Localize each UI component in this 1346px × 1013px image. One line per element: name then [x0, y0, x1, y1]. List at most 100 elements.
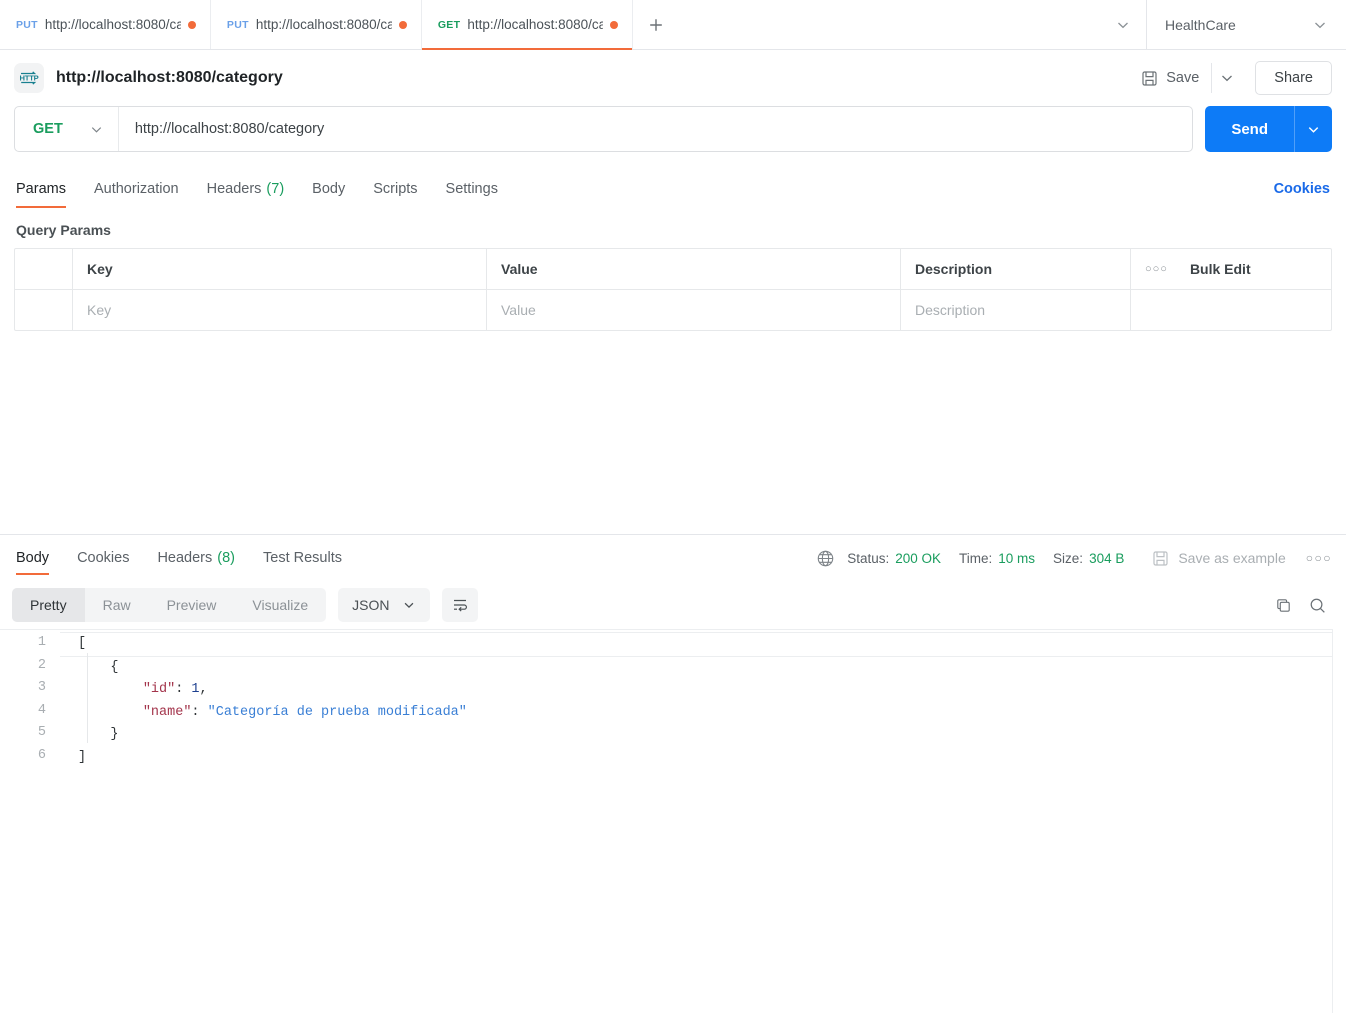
chevron-down-icon	[402, 598, 416, 612]
format-tab-pretty[interactable]: Pretty	[12, 588, 85, 622]
time-value: 10 ms	[998, 550, 1036, 566]
format-tab-raw[interactable]: Raw	[85, 588, 149, 622]
unsaved-dot-icon[interactable]	[187, 20, 196, 29]
line-number: 3	[37, 680, 46, 696]
chevron-down-icon	[1312, 17, 1328, 33]
network-globe-icon[interactable]	[816, 549, 835, 568]
format-tab-preview[interactable]: Preview	[149, 588, 235, 622]
param-value-input[interactable]: Value	[487, 290, 901, 330]
status-value: 200 OK	[895, 550, 942, 566]
tab-count: (7)	[266, 181, 285, 197]
request-header: HTTP http://localhost:8080/category Save…	[0, 50, 1346, 106]
size-value: 304 B	[1089, 550, 1125, 566]
code-token: [	[78, 636, 87, 651]
word-wrap-toggle[interactable]	[441, 588, 478, 622]
tab-label: Settings	[445, 181, 498, 197]
code-line[interactable]: "id": 1,	[60, 679, 1346, 702]
response-meta-group: Status: 200 OK Time: 10 ms Size: 304 B	[847, 551, 1124, 566]
format-tab-visualize[interactable]: Visualize	[234, 588, 326, 622]
line-number: 1	[37, 635, 46, 650]
send-options-chevron-down-icon[interactable]	[1294, 106, 1332, 152]
line-number: 5	[37, 725, 46, 741]
tab-bar-spacer	[679, 0, 1100, 49]
request-tab-bar: PUT http://localhost:8080/ca PUT http://loc…	[0, 0, 1346, 50]
response-language-value: JSON	[352, 597, 390, 613]
tab-list-chevron-down-icon[interactable]	[1100, 0, 1146, 49]
tab-label: Body	[312, 181, 346, 197]
send-button[interactable]: Send	[1205, 106, 1294, 152]
param-key-input[interactable]: Key	[73, 290, 487, 330]
response-language-select[interactable]: JSON	[338, 588, 430, 622]
time-label: Time:	[959, 550, 993, 566]
tab-scripts[interactable]: Scripts	[359, 170, 431, 208]
response-tab-test-results[interactable]: Test Results	[249, 535, 356, 581]
bulk-edit-button[interactable]: Bulk Edit	[1190, 261, 1251, 277]
request-tab-0[interactable]: PUT http://localhost:8080/ca	[0, 0, 211, 49]
code-line[interactable]: }	[60, 724, 1346, 747]
response-tab-body[interactable]: Body	[14, 535, 63, 581]
request-tab-1[interactable]: PUT http://localhost:8080/ca	[211, 0, 422, 49]
request-tab-items: Params Authorization Headers (7) Body Scripts…	[14, 170, 512, 208]
tab-title: http://localhost:8080/ca	[467, 17, 604, 32]
tab-title: http://localhost:8080/ca	[44, 17, 181, 32]
request-tab-2[interactable]: GET http://localhost:8080/ca	[421, 0, 634, 50]
save-as-example-label: Save as example	[1178, 550, 1286, 566]
unsaved-dot-icon[interactable]	[610, 20, 619, 29]
tab-params[interactable]: Params	[14, 170, 80, 208]
send-button-group: Send	[1205, 106, 1332, 152]
code-line[interactable]: "name": "Categoría de prueba modificada"	[60, 702, 1346, 725]
code-scroll-gutter[interactable]	[1332, 629, 1346, 1013]
more-options-icon[interactable]: ○○○	[1145, 263, 1168, 275]
unsaved-dot-icon[interactable]	[398, 20, 407, 29]
tab-label: Cookies	[77, 550, 130, 566]
code-line[interactable]: ]	[60, 747, 1346, 770]
status-badge: Status: 200 OK	[847, 551, 941, 566]
table-row: Key Value Description	[15, 290, 1331, 330]
column-header-key: Key	[73, 249, 487, 289]
tab-body[interactable]: Body	[298, 170, 359, 208]
code-line[interactable]: {	[60, 657, 1346, 680]
response-header: Body Cookies Headers (8) Test Results Status…	[0, 535, 1346, 581]
url-bar: GET http://localhost:8080/category	[14, 106, 1194, 152]
code-line-numbers: 1 2 3 4 5 6	[0, 629, 60, 1013]
response-more-options-icon[interactable]: ○○○	[1306, 551, 1332, 565]
workspace-selector[interactable]: HealthCare	[1146, 0, 1346, 49]
query-params-table: Key Value Description ○○○ Bulk Edit Key …	[14, 248, 1332, 331]
code-line[interactable]: [	[60, 632, 1346, 657]
tab-label: Authorization	[93, 181, 179, 197]
code-content[interactable]: [ { "id": 1, "name": "Categoría de prueb…	[60, 629, 1346, 1013]
share-button[interactable]: Share	[1255, 61, 1332, 95]
table-header-row: Key Value Description ○○○ Bulk Edit	[15, 249, 1331, 290]
response-tab-cookies[interactable]: Cookies	[63, 535, 143, 581]
column-header-description: Description	[901, 249, 1131, 289]
line-number: 6	[37, 747, 46, 763]
save-disk-icon	[1141, 70, 1158, 87]
save-as-example-button[interactable]: Save as example	[1152, 550, 1286, 567]
code-token: {	[78, 659, 119, 675]
save-button[interactable]: Save	[1133, 64, 1207, 93]
row-checkbox[interactable]	[15, 290, 73, 330]
response-body-code[interactable]: 1 2 3 4 5 6 [ { "id": 1, "name": "Categoría d…	[0, 629, 1346, 1013]
response-tab-headers[interactable]: Headers (8)	[143, 535, 249, 581]
new-tab-button[interactable]	[633, 0, 679, 49]
http-method-select[interactable]: GET	[15, 107, 119, 151]
tab-authorization[interactable]: Authorization	[80, 170, 193, 208]
cookies-link[interactable]: Cookies	[1274, 181, 1332, 197]
tab-method-label: PUT	[226, 18, 249, 31]
bulk-edit-cell: ○○○ Bulk Edit	[1131, 249, 1331, 289]
param-description-input[interactable]: Description	[901, 290, 1131, 330]
copy-icon[interactable]	[1266, 588, 1300, 622]
code-token: "Categoría de prueba modificada"	[207, 704, 467, 720]
save-label: Save	[1166, 70, 1200, 86]
http-method-value: GET	[33, 121, 63, 137]
code-token: :	[191, 704, 208, 720]
tab-headers[interactable]: Headers (7)	[193, 170, 299, 208]
code-token: "name"	[142, 704, 192, 720]
tab-list: PUT http://localhost:8080/ca PUT http://loc…	[0, 0, 634, 50]
save-options-chevron-down-icon[interactable]	[1211, 63, 1241, 93]
tab-settings[interactable]: Settings	[432, 170, 512, 208]
url-input[interactable]: http://localhost:8080/category	[119, 107, 1193, 151]
line-number: 2	[37, 657, 46, 673]
url-bar-row: GET http://localhost:8080/category Send	[0, 106, 1346, 164]
search-icon[interactable]	[1300, 588, 1334, 622]
